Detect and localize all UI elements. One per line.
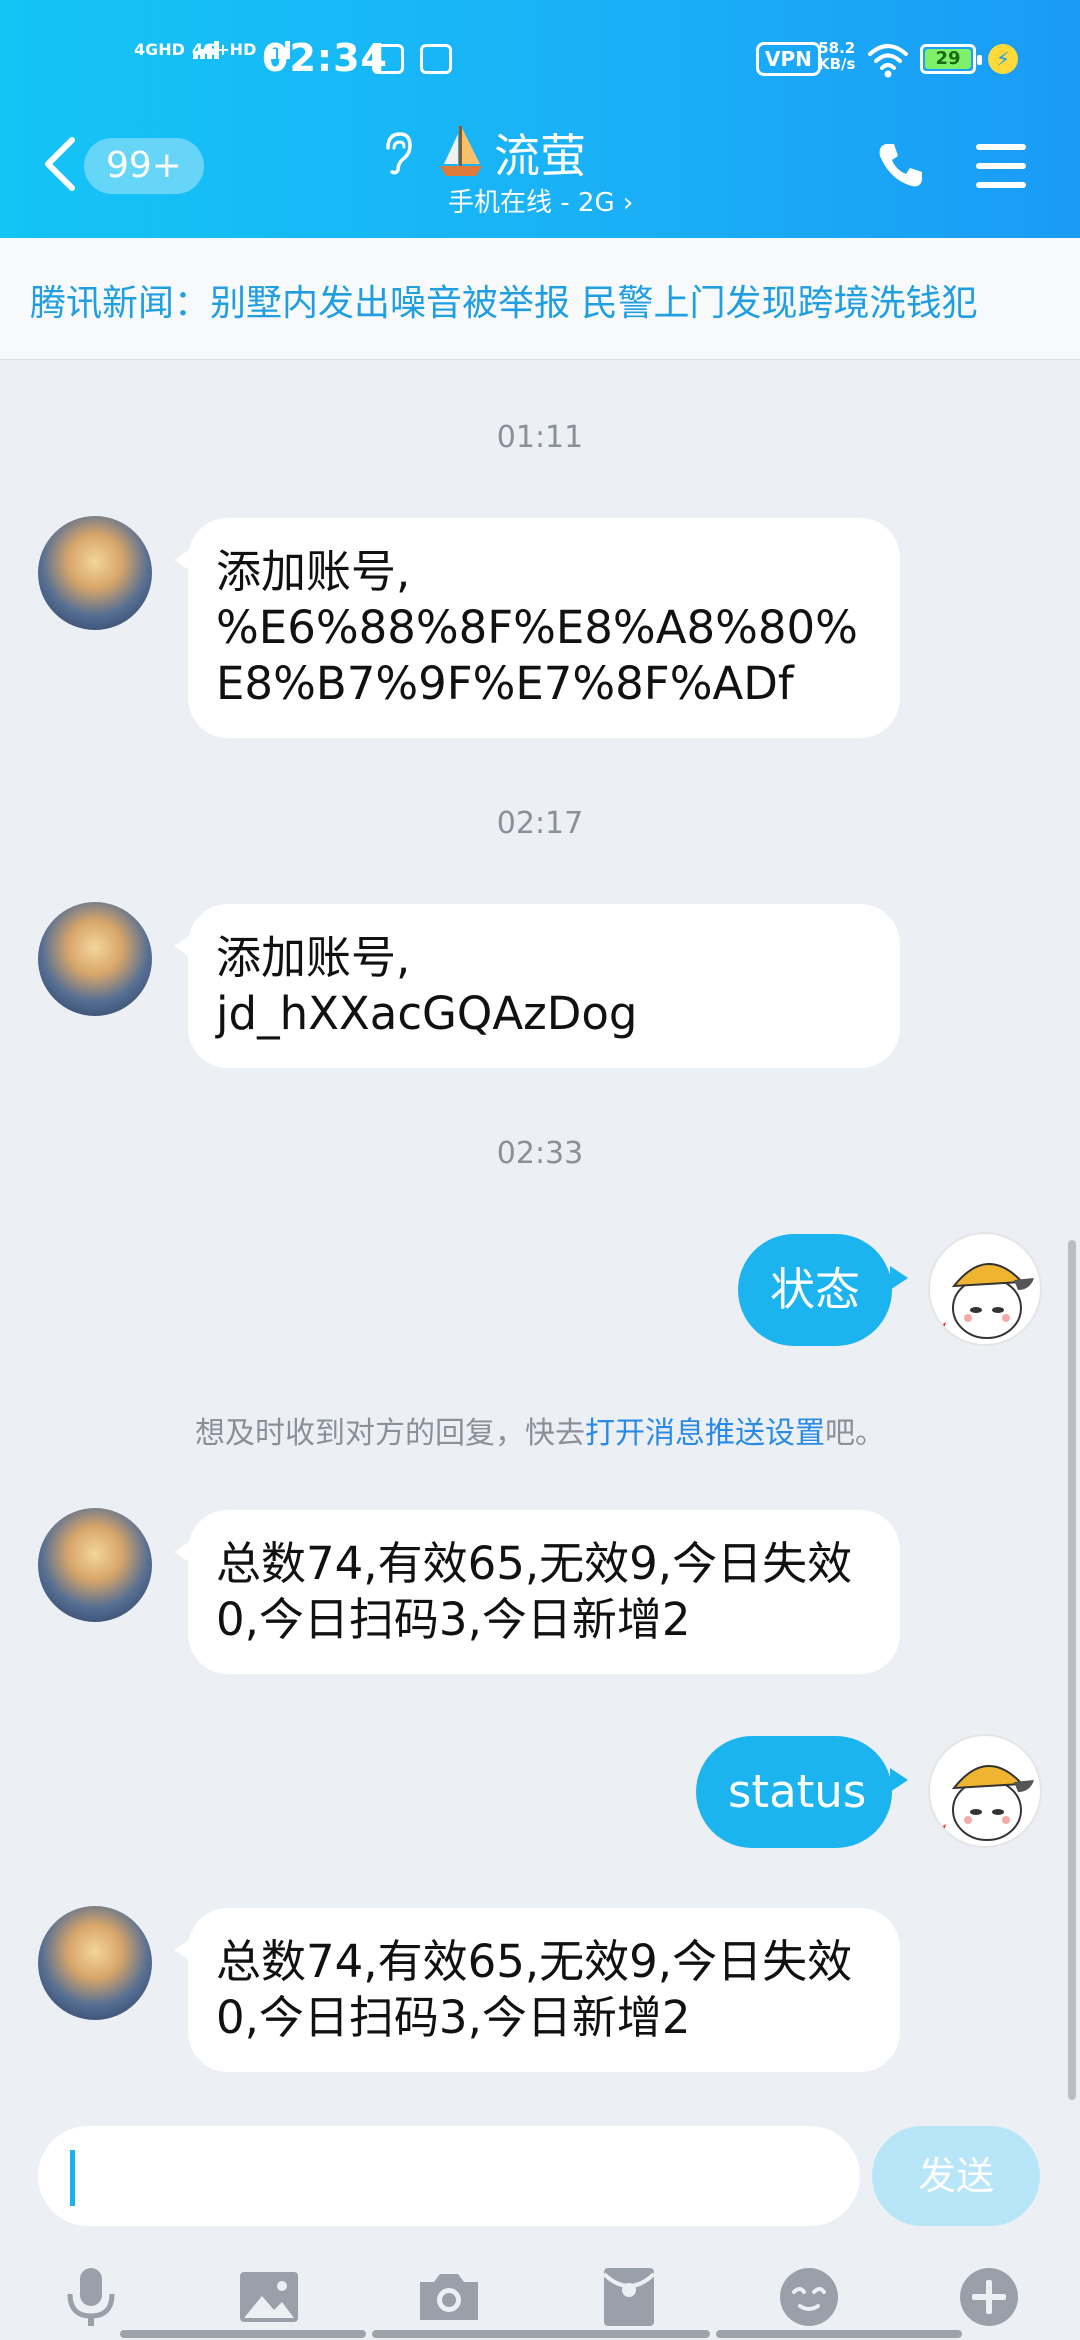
vpn-badge: VPN xyxy=(756,42,821,76)
cat-cap-avatar-icon xyxy=(940,1765,1034,1841)
incoming-message[interactable]: 总数74,有效65,无效9,今日失效0,今日扫码3,今日新增2 xyxy=(174,1908,900,2072)
unread-count-badge[interactable]: 99+ xyxy=(84,138,204,194)
message-notification-icon xyxy=(372,44,404,74)
battery-level: 29 xyxy=(925,49,971,69)
chat-header: 4GHD 4G+HD 02:34 VPN 58.2 KB/s 29 ⚡ 99+ xyxy=(0,0,1080,238)
cat-cap-avatar-icon xyxy=(940,1263,1034,1339)
battery-indicator: 29 xyxy=(920,44,982,74)
toolbar-scroll-indicator xyxy=(372,2330,710,2338)
push-notice: 想及时收到对方的回复，快去打开消息推送设置吧。 xyxy=(0,1408,1080,1452)
ear-icon[interactable] xyxy=(380,130,414,176)
toolbar-scroll-indicator xyxy=(120,2330,366,2338)
contact-avatar[interactable] xyxy=(38,516,152,630)
wifi-icon xyxy=(868,44,908,78)
input-area: 发送 xyxy=(0,2104,1080,2340)
contact-avatar[interactable] xyxy=(38,1508,152,1622)
contact-avatar[interactable] xyxy=(38,1906,152,2020)
incoming-message[interactable]: 添加账号, %E6%88%8F%E8%A8%80%E8%B7%9F%E7%8F%… xyxy=(174,518,900,738)
battery-nub xyxy=(977,55,982,65)
incoming-message[interactable]: 总数74,有效65,无效9,今日失效0,今日扫码3,今日新增2 xyxy=(174,1510,900,1674)
toolbar-scroll-indicator xyxy=(716,2330,962,2338)
send-button[interactable]: 发送 xyxy=(872,2126,1040,2226)
outgoing-message[interactable]: 状态 xyxy=(738,1234,908,1346)
timestamp: 02:17 xyxy=(496,806,584,841)
speed-unit: KB/s xyxy=(818,55,856,73)
charging-icon: ⚡ xyxy=(988,44,1018,74)
contact-online-status[interactable]: 手机在线 - 2G › xyxy=(448,182,633,219)
user-avatar[interactable] xyxy=(928,1232,1042,1346)
menu-icon[interactable] xyxy=(976,144,1026,188)
text-cursor xyxy=(70,2150,75,2206)
signal-label-1: 4GHD xyxy=(134,40,185,59)
user-avatar[interactable] xyxy=(928,1734,1042,1848)
news-ticker[interactable]: 腾讯新闻：别墅内发出噪音被举报 民警上门发现跨境洗钱犯 xyxy=(0,238,1080,360)
status-bar: 4GHD 4G+HD 02:34 VPN 58.2 KB/s 29 ⚡ xyxy=(0,30,1080,90)
outgoing-message[interactable]: status xyxy=(696,1736,908,1848)
image-icon[interactable] xyxy=(236,2264,302,2330)
back-arrow-icon[interactable] xyxy=(42,136,78,192)
phone-icon[interactable] xyxy=(876,140,924,190)
network-speed: 58.2 KB/s xyxy=(818,40,855,72)
app-notification-icon xyxy=(420,44,452,74)
emoji-icon[interactable] xyxy=(776,2264,842,2330)
timestamp: 01:11 xyxy=(496,420,584,455)
clock: 02:34 xyxy=(262,36,388,80)
red-packet-icon[interactable] xyxy=(596,2264,662,2330)
plus-icon[interactable] xyxy=(956,2264,1022,2330)
contact-name[interactable]: 流萤 xyxy=(494,120,586,186)
contact-avatar[interactable] xyxy=(38,902,152,1016)
sailboat-icon xyxy=(440,126,482,176)
microphone-icon[interactable] xyxy=(58,2264,124,2330)
incoming-message[interactable]: 添加账号, jd_hXXacGQAzDog xyxy=(174,904,900,1068)
push-settings-link[interactable]: 打开消息推送设置 xyxy=(585,1416,825,1451)
speed-value: 58.2 xyxy=(818,39,856,57)
message-input[interactable] xyxy=(38,2126,860,2226)
camera-icon[interactable] xyxy=(416,2264,482,2330)
chat-scrollbar[interactable] xyxy=(1068,1240,1076,2100)
signal-label-2: 4G+HD xyxy=(192,40,257,59)
timestamp: 02:33 xyxy=(496,1136,584,1171)
notice-text: 想及时收到对方的回复，快去 xyxy=(195,1416,585,1451)
notice-suffix: 吧。 xyxy=(825,1416,885,1451)
news-text[interactable]: 腾讯新闻：别墅内发出噪音被举报 民警上门发现跨境洗钱犯 xyxy=(30,274,977,326)
